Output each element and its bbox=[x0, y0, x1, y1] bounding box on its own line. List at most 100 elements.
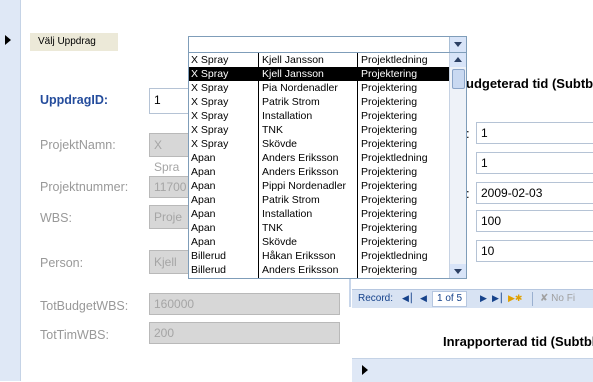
new-record-icon[interactable]: ▶✱ bbox=[508, 293, 522, 304]
record-position[interactable]: 1 of 5 bbox=[432, 291, 468, 307]
activity-cell: Projektering bbox=[361, 110, 418, 122]
chevron-up-icon bbox=[454, 57, 462, 62]
subform1-field-2[interactable]: 1 bbox=[476, 152, 593, 174]
next-record-icon[interactable]: ▶ bbox=[480, 293, 487, 304]
dropdown-row[interactable]: Apan Pippi Nordenadler Projektering bbox=[189, 179, 450, 193]
subform1-title: udgeterad tid (Subtbl bbox=[466, 76, 593, 91]
activity-cell: Projektering bbox=[361, 180, 418, 192]
project-cell: X Spray bbox=[191, 96, 229, 108]
activity-cell: Projektering bbox=[361, 82, 418, 94]
current-record-arrow-icon bbox=[362, 365, 368, 375]
activity-cell: Projektledning bbox=[361, 250, 428, 262]
person-cell: Anders Eriksson bbox=[262, 166, 339, 178]
project-cell: Billerud bbox=[191, 264, 227, 276]
totbudgetwbs-field[interactable]: 160000 bbox=[149, 293, 340, 315]
dropdown-row[interactable]: Billerud Anders Eriksson Projektering bbox=[189, 263, 450, 277]
activity-cell: Projektering bbox=[361, 138, 418, 150]
projektnummer-label: Projektnummer: bbox=[40, 180, 129, 194]
person-cell: Skövde bbox=[262, 138, 298, 150]
project-cell: X Spray bbox=[191, 138, 229, 150]
navbar-divider bbox=[532, 292, 533, 306]
project-cell: X Spray bbox=[191, 54, 229, 66]
tottimwbs-label: TotTimWBS: bbox=[40, 328, 109, 342]
person-cell: TNK bbox=[262, 222, 283, 234]
scroll-thumb[interactable] bbox=[452, 69, 465, 89]
activity-cell: Projektering bbox=[361, 96, 418, 108]
activity-cell: Projektering bbox=[361, 264, 418, 276]
no-filter-button[interactable]: ✘ No Fi bbox=[540, 293, 575, 304]
scroll-down-button[interactable] bbox=[450, 264, 466, 278]
dropdown-row[interactable]: X Spray Installation Projektering bbox=[189, 109, 450, 123]
subform1-field-4[interactable]: 100 bbox=[476, 210, 593, 232]
project-cell: Apan bbox=[191, 152, 216, 164]
dropdown-row[interactable]: Apan Anders Eriksson Projektledning bbox=[189, 151, 450, 165]
chevron-down-icon bbox=[454, 269, 462, 274]
dropdown-row[interactable]: X Spray Patrik Strom Projektering bbox=[189, 95, 450, 109]
dropdown-row[interactable]: X Spray TNK Projektering bbox=[189, 123, 450, 137]
projektnummer-field[interactable]: 11700 bbox=[149, 176, 191, 198]
dropdown-row[interactable]: Apan Anders Eriksson Projektering bbox=[189, 165, 450, 179]
project-cell: X Spray bbox=[191, 82, 229, 94]
project-cell: X Spray bbox=[191, 110, 229, 122]
person-cell: Kjell Jansson bbox=[262, 54, 324, 66]
person-label: Person: bbox=[40, 256, 84, 270]
previous-record-icon[interactable]: ◀ bbox=[420, 293, 427, 304]
tottimwbs-field[interactable]: 200 bbox=[149, 322, 340, 344]
activity-cell: Projektledning bbox=[361, 152, 428, 164]
first-record-icon[interactable]: ◀⎮ bbox=[402, 293, 414, 304]
totbudgetwbs-label: TotBudgetWBS: bbox=[40, 299, 129, 313]
column-divider bbox=[258, 53, 259, 278]
record-label: Record: bbox=[358, 293, 394, 304]
dropdown-row[interactable]: Apan Installation Projektering bbox=[189, 207, 450, 221]
uppdragid-field[interactable]: 1 bbox=[149, 88, 191, 114]
last-record-icon[interactable]: ▶⎮ bbox=[492, 293, 504, 304]
record-selector[interactable] bbox=[0, 0, 21, 381]
project-cell: Billerud bbox=[191, 250, 227, 262]
valj-uppdrag-label: Välj Uppdrag bbox=[30, 33, 118, 51]
project-cell: X Spray bbox=[191, 68, 229, 80]
subform2-title: Inrapporterad tid (Subtbl bbox=[443, 334, 593, 349]
dropdown-row[interactable]: Apan Patrik Strom Projektering bbox=[189, 193, 450, 207]
person-cell: Kjell Jansson bbox=[262, 68, 324, 80]
dropdown-scrollbar[interactable] bbox=[449, 53, 466, 278]
activity-cell: Projektering bbox=[361, 222, 418, 234]
activity-cell: Projektering bbox=[361, 236, 418, 248]
projektnamn-field[interactable]: X Spra bbox=[149, 133, 191, 174]
activity-cell: Projektering bbox=[361, 124, 418, 136]
uppdragid-label: UppdragID: bbox=[40, 93, 109, 107]
activity-cell: Projektering bbox=[361, 166, 418, 178]
person-cell: Installation bbox=[262, 110, 313, 122]
subform1-field-5[interactable]: 10 bbox=[476, 240, 593, 262]
subform1-field-1[interactable]: 1 bbox=[476, 122, 593, 144]
wbs-field[interactable]: Proje bbox=[149, 205, 191, 229]
activity-cell: Projektering bbox=[361, 194, 418, 206]
dropdown-row[interactable]: X Spray Kjell Jansson Projektledning bbox=[189, 53, 450, 67]
project-cell: Apan bbox=[191, 222, 216, 234]
chevron-down-icon bbox=[454, 42, 462, 47]
dropdown-row[interactable]: X Spray Pia Nordenadler Projektering bbox=[189, 81, 450, 95]
projektnamn-label: ProjektNamn: bbox=[40, 138, 116, 152]
subform1-field-3[interactable]: 2009-02-03 bbox=[476, 182, 593, 204]
dropdown-row[interactable]: Apan TNK Projektering bbox=[189, 221, 450, 235]
combo-dropdown-button[interactable] bbox=[449, 37, 466, 53]
activity-cell: Projektering bbox=[361, 68, 418, 80]
person-cell: Patrik Strom bbox=[262, 96, 320, 108]
subform2-record-selector[interactable] bbox=[352, 358, 593, 382]
person-cell: Pippi Nordenadler bbox=[262, 180, 347, 192]
activity-cell: Projektledning bbox=[361, 54, 428, 66]
dropdown-row[interactable]: X Spray Kjell Jansson Projektering bbox=[189, 67, 450, 81]
person-cell: TNK bbox=[262, 124, 283, 136]
person-field[interactable]: Kjell bbox=[149, 250, 191, 274]
filter-icon: ✘ bbox=[540, 293, 552, 304]
dropdown-row[interactable]: Billerud Håkan Eriksson Projektledning bbox=[189, 249, 450, 263]
project-cell: Apan bbox=[191, 194, 216, 206]
wbs-label: WBS: bbox=[40, 211, 72, 225]
person-cell: Skövde bbox=[262, 236, 298, 248]
record-navigation-bar: Record: ◀⎮ ◀ 1 of 5 ▶ ▶⎮ ▶✱ ✘ No Fi bbox=[352, 289, 593, 308]
uppdrag-dropdown-list[interactable]: X Spray Kjell Jansson Projektledning X Spra… bbox=[188, 52, 467, 279]
dropdown-row[interactable]: X Spray Skövde Projektering bbox=[189, 137, 450, 151]
project-cell: Apan bbox=[191, 166, 216, 178]
person-cell: Anders Eriksson bbox=[262, 152, 339, 164]
dropdown-row[interactable]: Apan Skövde Projektering bbox=[189, 235, 450, 249]
scroll-up-button[interactable] bbox=[450, 53, 466, 67]
